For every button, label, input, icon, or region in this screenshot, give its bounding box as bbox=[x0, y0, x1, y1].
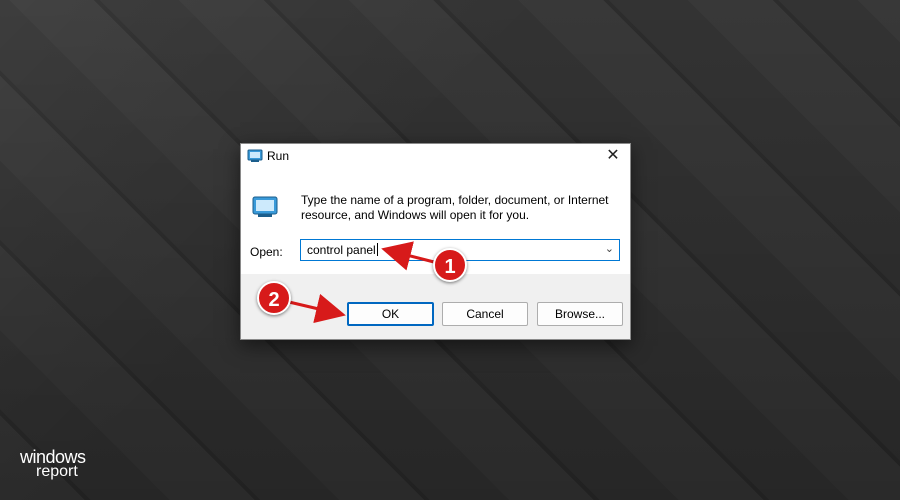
command-input-value: control panel bbox=[307, 243, 378, 257]
open-label: Open: bbox=[250, 245, 283, 259]
window-title: Run bbox=[267, 149, 290, 163]
browse-button[interactable]: Browse... bbox=[537, 302, 623, 326]
run-icon bbox=[247, 149, 263, 162]
text-caret bbox=[376, 243, 378, 256]
step-badge-1: 1 bbox=[433, 248, 467, 282]
run-icon bbox=[252, 196, 278, 217]
run-dialog: Run ✕ Type the name of a program, folder… bbox=[240, 143, 631, 340]
cancel-button[interactable]: Cancel bbox=[442, 302, 528, 326]
ok-button[interactable]: OK bbox=[347, 302, 434, 326]
dialog-description: Type the name of a program, folder, docu… bbox=[301, 193, 609, 222]
close-button[interactable]: ✕ bbox=[602, 145, 624, 167]
watermark-logo: windows report bbox=[20, 447, 110, 487]
step-badge-2: 2 bbox=[257, 281, 291, 315]
chevron-down-icon[interactable]: ⌄ bbox=[605, 242, 614, 255]
close-icon: ✕ bbox=[606, 147, 620, 164]
command-text: control panel bbox=[307, 243, 376, 257]
title-bar[interactable]: Run ✕ bbox=[241, 144, 630, 169]
watermark-line2: report bbox=[36, 463, 78, 480]
